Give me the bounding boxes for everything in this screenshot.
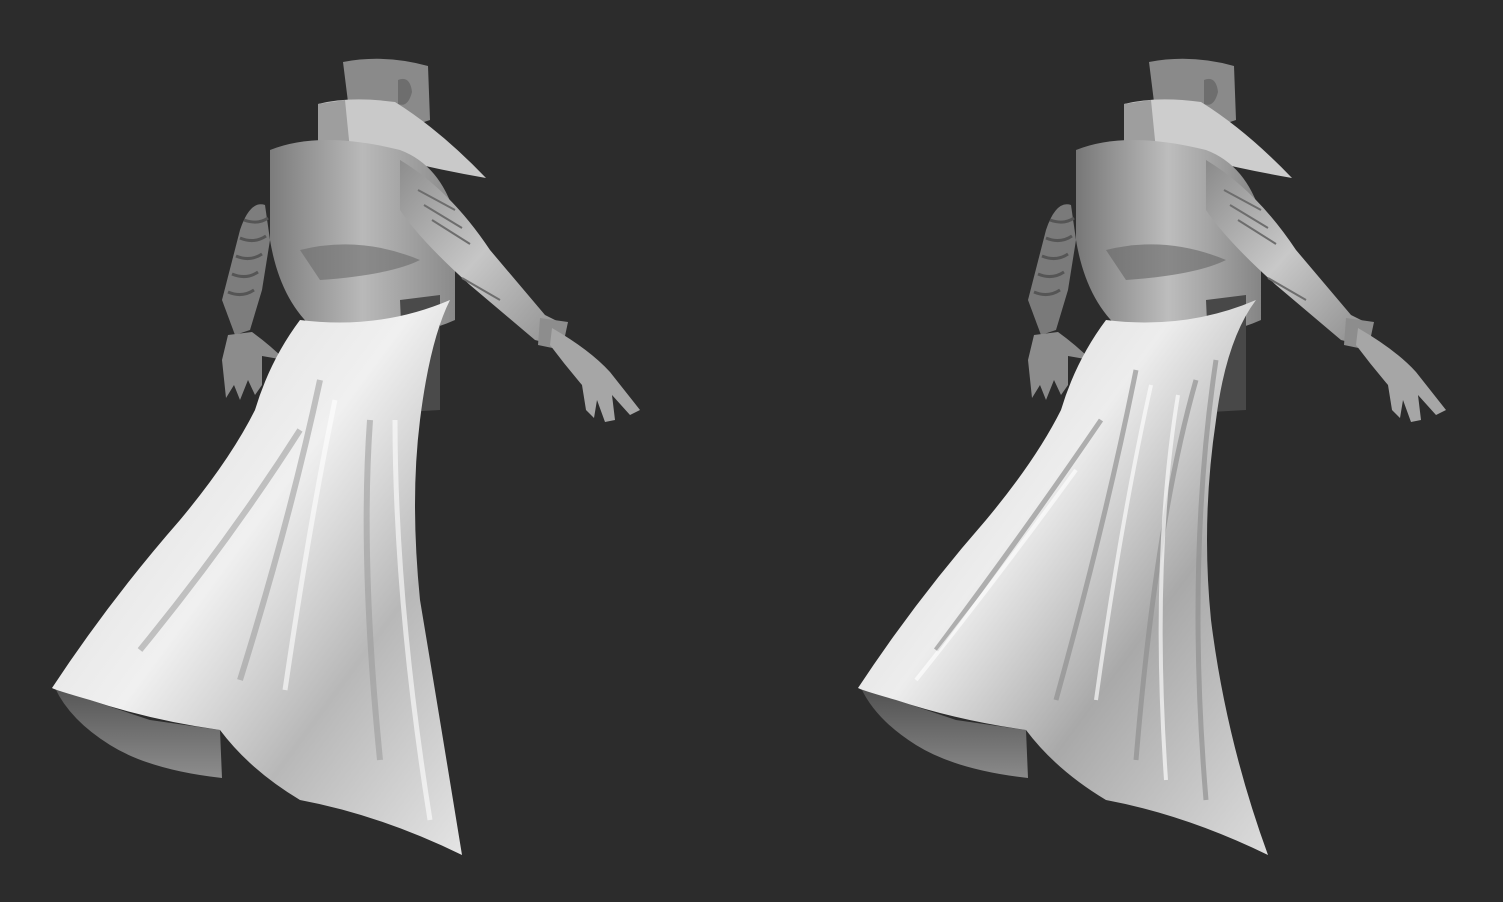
zbrush-viewport[interactable]	[0, 0, 1503, 902]
robed-character-render-left	[52, 58, 640, 855]
sculpt-model-right[interactable]	[806, 0, 1503, 902]
sculpt-model-left[interactable]	[0, 0, 751, 902]
robed-character-render-right	[858, 58, 1446, 855]
